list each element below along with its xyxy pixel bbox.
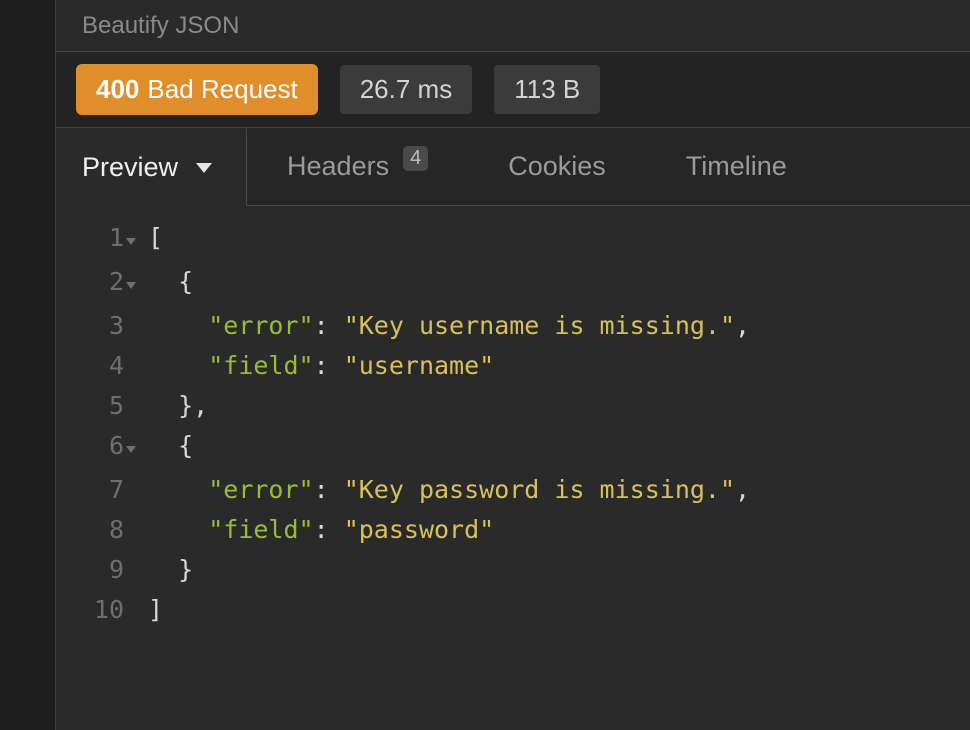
line-number: 3 <box>56 306 126 346</box>
tab-headers-label: Headers <box>287 151 389 182</box>
code-line: 9 } <box>56 550 970 590</box>
code-line: 2 { <box>56 262 970 306</box>
code-line: 8 "field": "password" <box>56 510 970 550</box>
code-line: 7 "error": "Key password is missing.", <box>56 470 970 510</box>
beautify-json-label: Beautify JSON <box>82 12 239 40</box>
line-number: 10 <box>56 590 126 630</box>
tab-preview[interactable]: Preview <box>56 128 247 206</box>
status-code: 400 <box>96 74 139 105</box>
status-badge[interactable]: 400 Bad Request <box>76 64 318 115</box>
fold-toggle-icon[interactable] <box>126 265 148 305</box>
code-line: 3 "error": "Key username is missing.", <box>56 306 970 346</box>
response-body-viewer[interactable]: 1 [ 2 { 3 "error": "Key username is miss… <box>56 206 970 730</box>
line-number: 5 <box>56 386 126 426</box>
line-number: 2 <box>56 262 126 302</box>
code-line: 5 }, <box>56 386 970 426</box>
tab-timeline-label: Timeline <box>686 151 787 182</box>
response-size-chip[interactable]: 113 B <box>494 65 600 114</box>
code-line: 10 ] <box>56 590 970 630</box>
code-line: 6 { <box>56 426 970 470</box>
line-number: 8 <box>56 510 126 550</box>
fold-toggle-icon[interactable] <box>126 429 148 469</box>
line-number: 4 <box>56 346 126 386</box>
tab-cookies[interactable]: Cookies <box>468 151 646 182</box>
tab-preview-label: Preview <box>82 152 178 183</box>
response-status-row: 400 Bad Request 26.7 ms 113 B <box>56 52 970 128</box>
json-code-block: 1 [ 2 { 3 "error": "Key username is miss… <box>56 218 970 630</box>
line-number: 1 <box>56 218 126 258</box>
headers-count-badge: 4 <box>403 146 428 171</box>
line-number: 7 <box>56 470 126 510</box>
code-line: 1 [ <box>56 218 970 262</box>
left-gutter <box>0 0 56 730</box>
response-tabs: Preview Headers4 Cookies Timeline <box>56 128 970 206</box>
fold-toggle-icon[interactable] <box>126 221 148 261</box>
elapsed-time-chip[interactable]: 26.7 ms <box>340 65 473 114</box>
beautify-json-header[interactable]: Beautify JSON <box>56 0 970 52</box>
tab-timeline[interactable]: Timeline <box>646 151 827 182</box>
line-number: 6 <box>56 426 126 466</box>
caret-down-icon <box>196 163 212 173</box>
tab-headers[interactable]: Headers4 <box>247 151 468 182</box>
line-number: 9 <box>56 550 126 590</box>
code-line: 4 "field": "username" <box>56 346 970 386</box>
status-text: Bad Request <box>147 74 297 105</box>
tab-cookies-label: Cookies <box>508 151 606 182</box>
